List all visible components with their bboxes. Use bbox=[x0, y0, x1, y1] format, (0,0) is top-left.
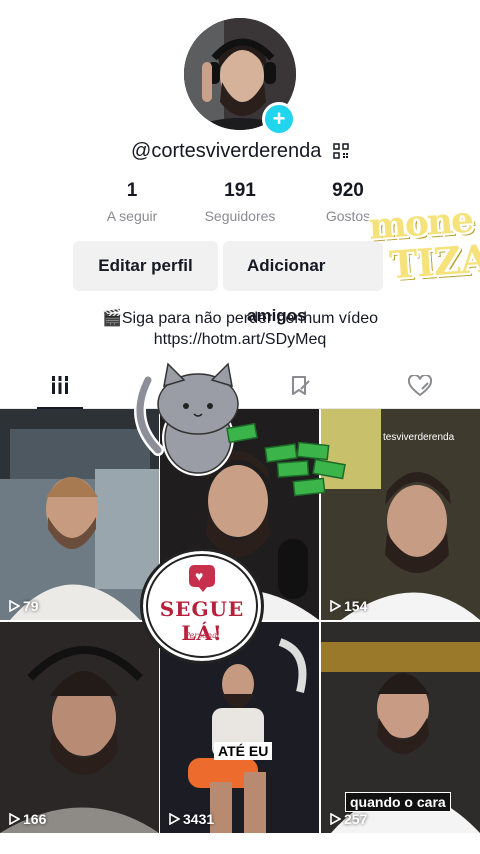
view-count-value: 257 bbox=[344, 811, 368, 827]
thumbnail-image bbox=[0, 622, 159, 833]
bookmark-icon bbox=[292, 376, 310, 395]
heart-icon: ♥ bbox=[195, 568, 204, 584]
monetiza-sticker: mone TIZA bbox=[363, 192, 480, 292]
username-row: @cortesviverderenda bbox=[0, 140, 480, 163]
video-caption: ATÉ EU bbox=[214, 742, 273, 760]
view-count-value: 166 bbox=[23, 811, 47, 827]
view-count: 154 bbox=[329, 598, 367, 614]
view-count-value: 79 bbox=[23, 598, 39, 614]
view-count: 3431 bbox=[168, 811, 214, 827]
stat-label: A seguir bbox=[106, 208, 158, 224]
add-avatar-badge[interactable]: + bbox=[262, 102, 296, 136]
view-count-value: 3431 bbox=[183, 811, 215, 827]
tab-saved[interactable] bbox=[240, 364, 360, 408]
bio-text: 🎬Siga para não perder nenhum vídeo bbox=[101, 310, 379, 327]
bio-link[interactable]: https://hotm.art/SDyMeq bbox=[0, 329, 480, 350]
tab-videos[interactable] bbox=[0, 364, 120, 409]
tab-liked[interactable] bbox=[360, 364, 480, 408]
play-icon bbox=[9, 812, 21, 826]
stat-value: 191 bbox=[224, 180, 256, 201]
video-thumbnail[interactable]: 166 bbox=[0, 622, 159, 833]
stat-value: 1 bbox=[126, 180, 138, 201]
video-caption: quando o cara bbox=[345, 792, 451, 812]
profile-avatar-wrap[interactable]: + bbox=[184, 18, 296, 136]
follow-sticker-signature: Personal bbox=[184, 631, 220, 640]
play-icon bbox=[330, 599, 342, 613]
view-count-value: 154 bbox=[344, 598, 368, 614]
play-icon bbox=[330, 812, 342, 826]
liked-heart-icon bbox=[407, 373, 433, 397]
view-count: 257 bbox=[329, 811, 367, 827]
username: @cortesviverderenda bbox=[131, 140, 322, 162]
grid-icon bbox=[51, 376, 69, 394]
money-sticker bbox=[264, 441, 346, 497]
edit-profile-button[interactable]: Editar perfil bbox=[73, 241, 218, 291]
sticker-text: TIZA bbox=[387, 235, 480, 288]
stat-followers[interactable]: 191 Seguidores bbox=[180, 180, 300, 224]
follow-sticker[interactable]: ♥ SEGUE LÁ! Personal bbox=[140, 548, 264, 664]
play-icon bbox=[9, 599, 21, 613]
add-friends-button[interactable]: Adicionar amigos bbox=[223, 241, 383, 325]
cat-sticker bbox=[134, 362, 258, 476]
video-watermark: tesviverderenda bbox=[383, 432, 455, 443]
qr-code-icon[interactable] bbox=[333, 143, 349, 159]
view-count: 166 bbox=[8, 811, 46, 827]
stat-following[interactable]: 1 A seguir bbox=[72, 180, 192, 224]
profile-bio: 🎬Siga para não perder nenhum vídeo https… bbox=[0, 308, 480, 350]
view-count: 79 bbox=[8, 598, 39, 614]
play-icon bbox=[169, 812, 181, 826]
stat-label: Seguidores bbox=[204, 208, 276, 224]
heart-bubble-icon: ♥ bbox=[189, 565, 215, 592]
video-thumbnail[interactable]: quando o cara 257 bbox=[321, 622, 480, 833]
